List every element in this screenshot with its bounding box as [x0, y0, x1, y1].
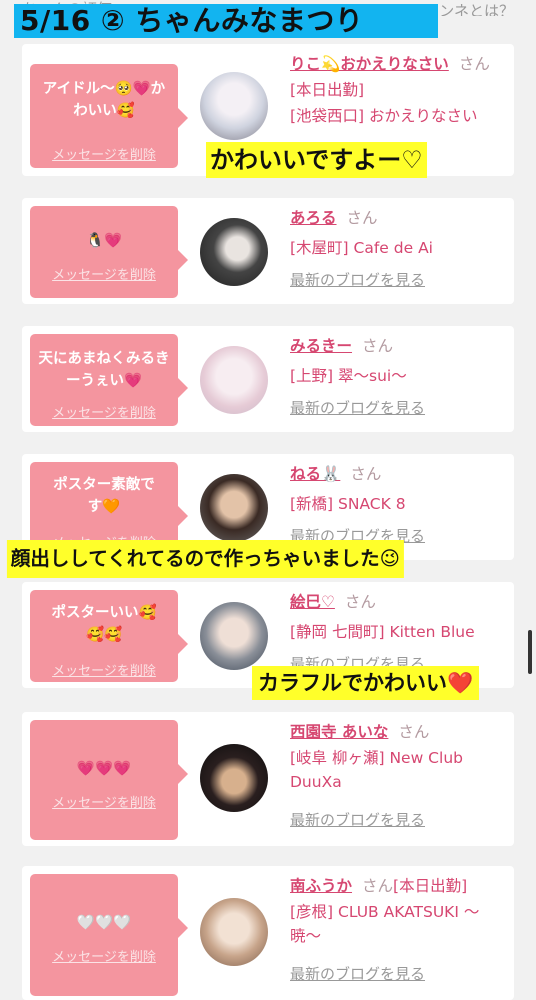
message-bubble: 天にあまねくみるきーうぇい💗 メッセージを削除	[30, 334, 188, 426]
san-label: さん	[458, 55, 490, 73]
avatar[interactable]	[200, 474, 268, 542]
message-text: ポスター素敵です🧡	[53, 477, 155, 515]
caption-highlight: かわいいですよー♡	[206, 142, 427, 178]
delete-message-link[interactable]: メッセージを削除	[30, 264, 178, 283]
cast-name-link[interactable]: 南ふうか	[290, 877, 352, 895]
cast-name-link[interactable]: りこ💫おかえりなさい	[290, 55, 449, 73]
status-label: [本日出勤]	[393, 877, 468, 895]
cast-name-link[interactable]: 西園寺 あいな	[290, 723, 388, 741]
shop-area: [新橋] SNACK 8	[290, 495, 406, 513]
delete-message-link[interactable]: メッセージを削除	[30, 144, 178, 163]
top-partial-right-link[interactable]: ンネとは？	[439, 0, 514, 16]
message-bubble: ポスターいい🥰🥰🥰 メッセージを削除	[30, 590, 188, 682]
message-text: 天にあまねくみるきーうぇい💗	[38, 351, 170, 389]
san-label: さん	[350, 465, 382, 483]
message-text: 🐧💗	[85, 233, 123, 249]
blog-link[interactable]: 最新のブログを見る	[290, 396, 510, 420]
message-text: アイドル〜🥺💗かわいい🥰	[42, 81, 166, 119]
delete-message-link[interactable]: メッセージを削除	[30, 946, 178, 965]
message-bubble: 🤍🤍🤍 メッセージを削除	[30, 874, 188, 996]
avatar[interactable]	[200, 218, 268, 286]
san-label: さん	[346, 209, 378, 227]
shop-area: [木屋町] Cafe de Ai	[290, 239, 433, 257]
message-bubble: 🐧💗 メッセージを削除	[30, 206, 188, 298]
san-label: さん	[344, 593, 376, 611]
message-bubble: 💗💗💗 メッセージを削除	[30, 720, 188, 840]
avatar[interactable]	[200, 602, 268, 670]
delete-message-link[interactable]: メッセージを削除	[30, 660, 178, 679]
avatar[interactable]	[200, 898, 268, 966]
cast-name-link[interactable]: あろる	[290, 209, 337, 227]
scrollbar-thumb[interactable]	[528, 630, 532, 674]
shop-area: [彦根] CLUB AKATSUKI 〜暁〜	[290, 903, 480, 945]
san-label: さん	[362, 877, 394, 895]
cast-name-link[interactable]: みるきー	[290, 337, 352, 355]
avatar[interactable]	[200, 72, 268, 140]
status-label: [本日出勤]	[290, 81, 365, 99]
date-title-banner: 5/16 ② ちゃんみなまつり	[14, 4, 438, 38]
avatar[interactable]	[200, 744, 268, 812]
list-item: 🐧💗 メッセージを削除 あろる さん [木屋町] Cafe de Ai 最新のブロ…	[22, 198, 514, 304]
message-text: 💗💗💗	[76, 761, 132, 777]
message-bubble: アイドル〜🥺💗かわいい🥰 メッセージを削除	[30, 64, 188, 168]
caption-highlight: カラフルでかわいい❤️	[252, 666, 480, 700]
list-item: 天にあまねくみるきーうぇい💗 メッセージを削除 みるきー さん [上野] 翠〜su…	[22, 326, 514, 432]
cast-name-link[interactable]: 絵巳♡	[290, 593, 335, 611]
avatar[interactable]	[200, 346, 268, 414]
blog-link[interactable]: 最新のブログを見る	[290, 268, 510, 292]
san-label: さん	[398, 723, 430, 741]
list-item: 🤍🤍🤍 メッセージを削除 南ふうか さん[本日出勤] [彦根] CLUB AKAT…	[22, 866, 514, 1000]
message-text: ポスターいい🥰🥰🥰	[51, 605, 157, 643]
message-text: 🤍🤍🤍	[76, 915, 132, 931]
caption-highlight: 顔出ししてくれてるので作っちゃいました😉	[6, 540, 404, 578]
blog-link[interactable]: 最新のブログを見る	[290, 962, 510, 986]
blog-link[interactable]: 最新のブログを見る	[290, 808, 510, 832]
delete-message-link[interactable]: メッセージを削除	[30, 792, 178, 811]
list-item: 💗💗💗 メッセージを削除 西園寺 あいな さん [岐阜 柳ヶ瀬] New Club…	[22, 712, 514, 846]
shop-area: [岐阜 柳ヶ瀬] New Club DuuXa	[290, 749, 463, 791]
shop-area: [池袋西口] おかえりなさい	[290, 107, 478, 125]
shop-area: [静岡 七間町] Kitten Blue	[290, 623, 475, 641]
cast-name-link[interactable]: ねる🐰	[290, 465, 340, 483]
delete-message-link[interactable]: メッセージを削除	[30, 402, 178, 421]
san-label: さん	[362, 337, 394, 355]
shop-area: [上野] 翠〜sui〜	[290, 367, 407, 385]
